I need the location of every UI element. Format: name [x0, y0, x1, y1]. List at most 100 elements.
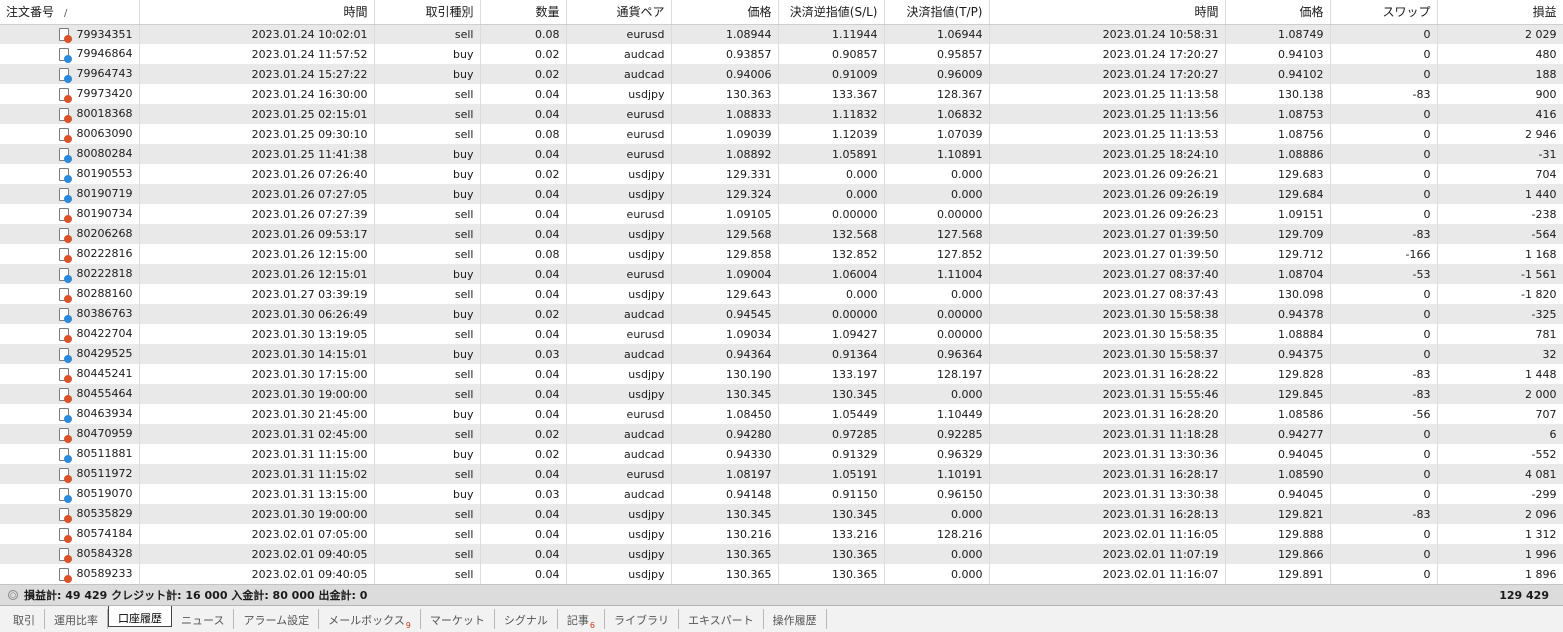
table-row[interactable]: 80422704 2023.01.30 13:19:05 sell 0.04 eurus…	[0, 324, 1563, 344]
cell-symbol: audcad	[566, 44, 672, 64]
col-close-time[interactable]: 時間	[989, 0, 1226, 25]
table-row[interactable]: 80206268 2023.01.26 09:53:17 sell 0.04 usdjp…	[0, 224, 1563, 244]
order-number-text: 80455464	[76, 387, 133, 401]
buy-order-icon	[58, 147, 72, 163]
cell-open-time: 2023.01.26 09:53:17	[139, 224, 375, 244]
cell-open-price: 0.93857	[671, 44, 779, 64]
cell-order-number: 80445241	[0, 364, 140, 384]
table-row[interactable]: 79973420 2023.01.24 16:30:00 sell 0.04 usdjp…	[0, 84, 1563, 104]
order-number-text: 80511881	[76, 447, 133, 461]
tab-1[interactable]: 取引	[4, 609, 45, 629]
cell-profit: 6	[1437, 424, 1563, 444]
cell-trade-type: sell	[374, 24, 481, 44]
sell-order-icon	[58, 87, 72, 103]
cell-trade-type: sell	[374, 364, 481, 384]
col-volume[interactable]: 数量	[480, 0, 567, 25]
cell-volume: 0.08	[480, 24, 567, 44]
table-row[interactable]: 80535829 2023.01.30 19:00:00 sell 0.04 usdjp…	[0, 504, 1563, 524]
cell-open-time: 2023.01.25 09:30:10	[139, 124, 375, 144]
cell-volume: 0.04	[480, 104, 567, 124]
table-row[interactable]: 80190719 2023.01.26 07:27:05 buy 0.04 usdjpy…	[0, 184, 1563, 204]
cell-open-price: 1.08833	[671, 104, 779, 124]
cell-order-number: 80511972	[0, 464, 140, 484]
cell-close-time: 2023.01.24 17:20:27	[989, 44, 1226, 64]
table-row[interactable]: 80463934 2023.01.30 21:45:00 buy 0.04 eurusd…	[0, 404, 1563, 424]
cell-trade-type: sell	[374, 564, 481, 584]
table-row[interactable]: 79964743 2023.01.24 15:27:22 buy 0.02 audcad…	[0, 64, 1563, 84]
tab-7[interactable]: マーケット	[421, 609, 495, 629]
cell-symbol: eurusd	[566, 204, 672, 224]
table-row[interactable]: 80222816 2023.01.26 12:15:00 sell 0.08 usdjp…	[0, 244, 1563, 264]
table-row[interactable]: 80519070 2023.01.31 13:15:00 buy 0.03 audcad…	[0, 484, 1563, 504]
table-row[interactable]: 80445241 2023.01.30 17:15:00 sell 0.04 usdjp…	[0, 364, 1563, 384]
col-symbol[interactable]: 通貨ペア	[566, 0, 672, 25]
cell-volume: 0.04	[480, 284, 567, 304]
cell-take-profit: 0.000	[884, 544, 990, 564]
cell-open-time: 2023.01.30 19:00:00	[139, 384, 375, 404]
col-open-price[interactable]: 価格	[671, 0, 779, 25]
tab-9[interactable]: 記事6	[558, 609, 605, 630]
table-row[interactable]: 79946864 2023.01.24 11:57:52 buy 0.02 audcad…	[0, 44, 1563, 64]
tab-4[interactable]: ニュース	[172, 609, 235, 629]
cell-trade-type: buy	[374, 404, 481, 424]
cell-volume: 0.04	[480, 524, 567, 544]
cell-volume: 0.03	[480, 484, 567, 504]
cell-take-profit: 128.216	[884, 524, 990, 544]
table-row[interactable]: 80288160 2023.01.27 03:39:19 sell 0.04 usdjp…	[0, 284, 1563, 304]
cell-take-profit: 0.000	[884, 284, 990, 304]
tab-3[interactable]: 口座履歴	[108, 606, 172, 627]
table-row[interactable]: 80455464 2023.01.30 19:00:00 sell 0.04 usdjp…	[0, 384, 1563, 404]
table-row[interactable]: 80584328 2023.02.01 09:40:05 sell 0.04 usdjp…	[0, 544, 1563, 564]
table-row[interactable]: 80080284 2023.01.25 11:41:38 buy 0.04 eurusd…	[0, 144, 1563, 164]
tab-10[interactable]: ライブラリ	[605, 609, 679, 629]
cell-take-profit: 0.96009	[884, 64, 990, 84]
buy-order-icon	[58, 267, 72, 283]
col-stop-loss[interactable]: 決済逆指値(S/L)	[778, 0, 885, 25]
col-close-price[interactable]: 価格	[1225, 0, 1331, 25]
cell-trade-type: buy	[374, 484, 481, 504]
cell-swap: -83	[1330, 384, 1438, 404]
table-row[interactable]: 80190553 2023.01.26 07:26:40 buy 0.02 usdjpy…	[0, 164, 1563, 184]
cell-close-price: 0.94277	[1225, 424, 1331, 444]
cell-profit: -299	[1437, 484, 1563, 504]
cell-swap: 0	[1330, 284, 1438, 304]
tab-2[interactable]: 運用比率	[45, 609, 108, 629]
cell-order-number: 80386763	[0, 304, 140, 324]
table-row[interactable]: 80063090 2023.01.25 09:30:10 sell 0.08 eurus…	[0, 124, 1563, 144]
table-row[interactable]: 80190734 2023.01.26 07:27:39 sell 0.04 eurus…	[0, 204, 1563, 224]
collapse-icon[interactable]: ○	[8, 590, 18, 600]
table-row[interactable]: 79934351 2023.01.24 10:02:01 sell 0.08 eurus…	[0, 24, 1563, 44]
cell-trade-type: buy	[374, 344, 481, 364]
cell-swap: 0	[1330, 484, 1438, 504]
table-row[interactable]: 80222818 2023.01.26 12:15:01 buy 0.04 eurusd…	[0, 264, 1563, 284]
table-row[interactable]: 80511972 2023.01.31 11:15:02 sell 0.04 eurus…	[0, 464, 1563, 484]
col-order-number[interactable]: 注文番号 /	[0, 0, 140, 25]
tab-8[interactable]: シグナル	[495, 609, 558, 629]
table-row[interactable]: 80429525 2023.01.30 14:15:01 buy 0.03 audcad…	[0, 344, 1563, 364]
col-take-profit[interactable]: 決済指値(T/P)	[884, 0, 990, 25]
order-number-text: 79973420	[76, 87, 133, 101]
tab-11[interactable]: エキスパート	[679, 609, 764, 629]
table-row[interactable]: 80386763 2023.01.30 06:26:49 buy 0.02 audcad…	[0, 304, 1563, 324]
cell-profit: 2 946	[1437, 124, 1563, 144]
cell-take-profit: 0.00000	[884, 324, 990, 344]
cell-profit: 707	[1437, 404, 1563, 424]
col-type[interactable]: 取引種別	[374, 0, 481, 25]
table-row[interactable]: 80574184 2023.02.01 07:05:00 sell 0.04 usdjp…	[0, 524, 1563, 544]
col-profit[interactable]: 損益	[1437, 0, 1563, 25]
table-row[interactable]: 80470959 2023.01.31 02:45:00 sell 0.02 audca…	[0, 424, 1563, 444]
table-row[interactable]: 80511881 2023.01.31 11:15:00 buy 0.02 audcad…	[0, 444, 1563, 464]
tab-12[interactable]: 操作履歴	[764, 609, 827, 629]
cell-stop-loss: 1.12039	[778, 124, 885, 144]
cell-volume: 0.03	[480, 344, 567, 364]
table-row[interactable]: 80589233 2023.02.01 09:40:05 sell 0.04 usdjp…	[0, 564, 1563, 584]
tab-5[interactable]: アラーム設定	[234, 609, 320, 629]
cell-profit: 704	[1437, 164, 1563, 184]
cell-open-price: 130.363	[671, 84, 779, 104]
col-swap[interactable]: スワップ	[1330, 0, 1438, 25]
tab-6[interactable]: メールボックス9	[319, 609, 421, 630]
cell-close-price: 1.08884	[1225, 324, 1331, 344]
col-open-time[interactable]: 時間	[139, 0, 375, 25]
table-row[interactable]: 80018368 2023.01.25 02:15:01 sell 0.04 eurus…	[0, 104, 1563, 124]
cell-trade-type: sell	[374, 324, 481, 344]
